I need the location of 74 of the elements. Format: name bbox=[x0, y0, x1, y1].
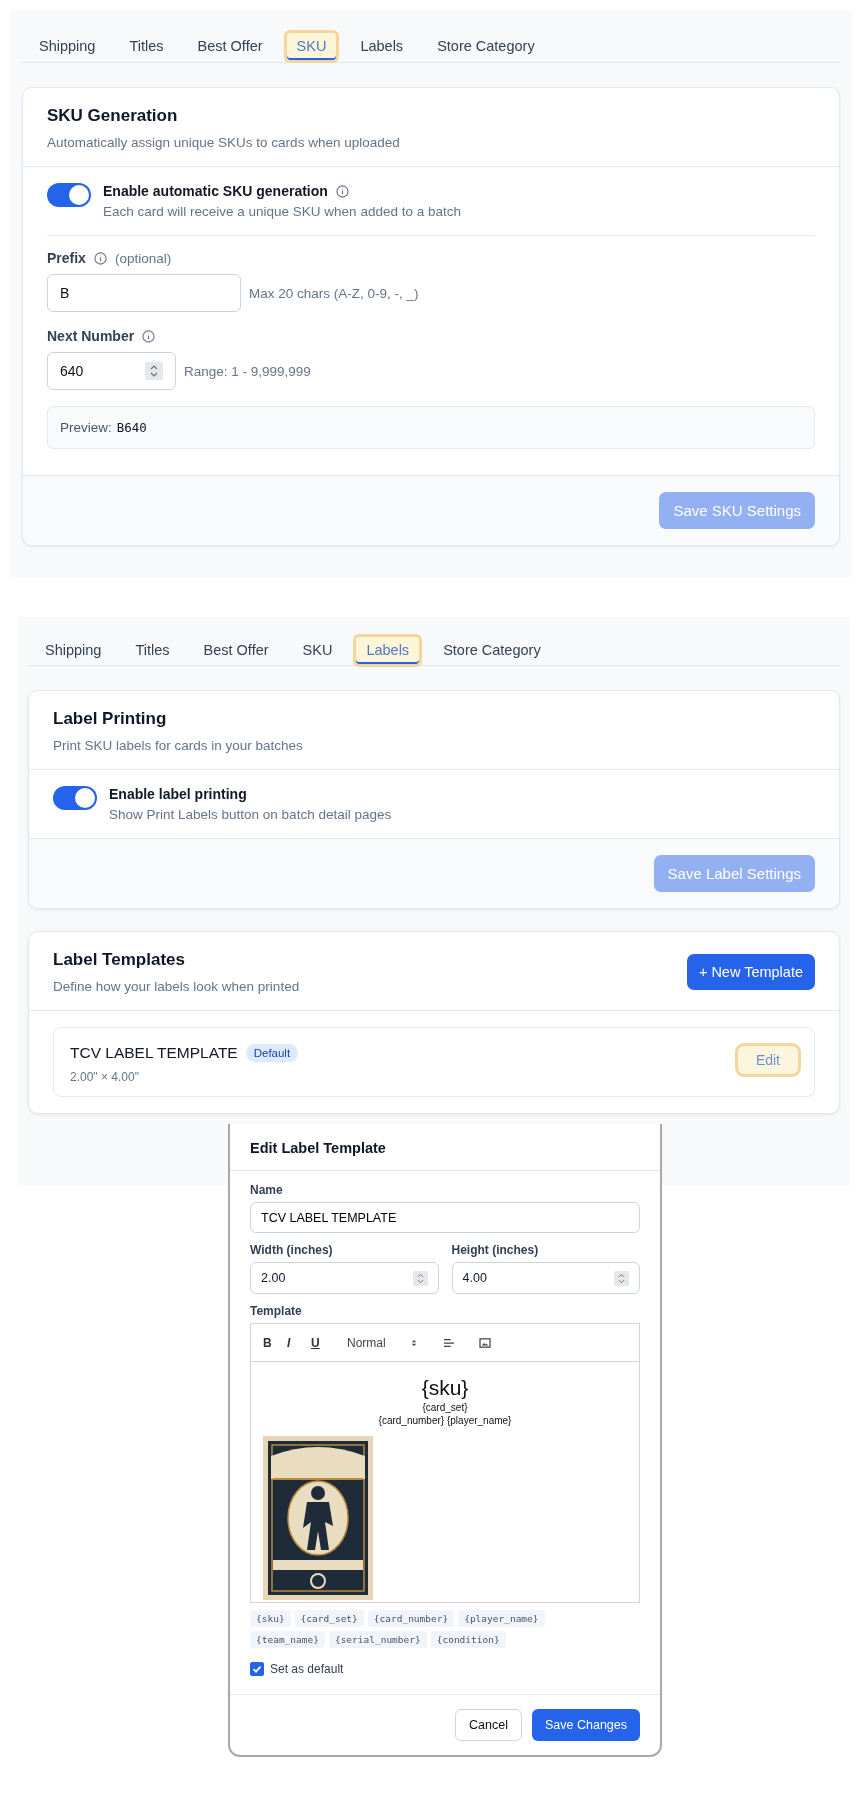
info-icon[interactable] bbox=[335, 184, 349, 198]
optional-note: (optional) bbox=[114, 250, 172, 266]
field-label: Height (inches) bbox=[451, 1243, 540, 1257]
spinner-icon[interactable] bbox=[412, 1270, 428, 1286]
field-label: Template bbox=[250, 1304, 303, 1318]
checkbox[interactable] bbox=[250, 1662, 264, 1676]
save-changes-button[interactable]: Save Changes bbox=[532, 1709, 640, 1741]
toggle-description: Show Print Labels button on batch detail pages bbox=[109, 807, 392, 822]
tab[interactable]: Titles bbox=[122, 633, 183, 667]
name-field[interactable]: TCV LABEL TEMPLATE bbox=[250, 1202, 640, 1233]
template-line: {card_number} {player_name} bbox=[377, 1415, 513, 1426]
variable-chip[interactable]: {serial_number} bbox=[328, 1631, 427, 1648]
default-badge: Default bbox=[245, 1044, 299, 1062]
card-subtitle: Define how your labels look when printed bbox=[53, 979, 300, 994]
prefix-field[interactable]: B bbox=[47, 274, 241, 312]
align-icon[interactable] bbox=[443, 1337, 455, 1348]
card-subtitle: Print SKU labels for cards in your batches bbox=[53, 738, 304, 753]
card-title: Label Templates bbox=[53, 950, 186, 970]
tab[interactable]: Best Offer bbox=[184, 29, 276, 63]
format-button[interactable]: I bbox=[287, 1335, 311, 1350]
format-button[interactable]: B bbox=[263, 1335, 287, 1350]
tab[interactable]: Store Category bbox=[424, 29, 548, 63]
template-size: 2.00" × 4.00" bbox=[70, 1070, 140, 1084]
tab[interactable]: Best Offer bbox=[190, 633, 282, 667]
spinner-icon[interactable] bbox=[145, 362, 163, 380]
tab[interactable]: Labels bbox=[347, 29, 417, 63]
sort-caret-icon bbox=[411, 1337, 417, 1348]
tab[interactable]: Labels bbox=[353, 633, 423, 667]
tab[interactable]: Titles bbox=[116, 29, 177, 63]
field-label: Next Number bbox=[47, 328, 135, 344]
sku-placeholder: {sku} bbox=[420, 1376, 470, 1400]
variable-chip[interactable]: {player_name} bbox=[458, 1610, 545, 1627]
tab[interactable]: SKU bbox=[283, 29, 340, 63]
dialog-title: Edit Label Template bbox=[230, 1124, 660, 1171]
width-field[interactable]: 2.00 bbox=[250, 1262, 439, 1294]
check-icon bbox=[251, 1663, 263, 1675]
variable-chip[interactable]: {team_name} bbox=[250, 1631, 325, 1648]
tab[interactable]: SKU bbox=[289, 633, 346, 667]
template-line: {card_set} bbox=[421, 1402, 469, 1413]
tab[interactable]: Shipping bbox=[26, 29, 109, 63]
preview-label: Preview: bbox=[60, 420, 112, 435]
toggle-switch[interactable] bbox=[47, 183, 91, 207]
number-field[interactable]: 640 bbox=[47, 352, 176, 390]
tab[interactable]: Store Category bbox=[430, 633, 554, 667]
format-button[interactable]: U bbox=[311, 1335, 335, 1350]
template-name: TCV LABEL TEMPLATE bbox=[70, 1044, 238, 1062]
field-label: Width (inches) bbox=[250, 1243, 334, 1257]
tab[interactable]: Shipping bbox=[32, 633, 115, 667]
info-icon[interactable] bbox=[142, 329, 156, 343]
checkbox-label: Set as default bbox=[270, 1662, 344, 1676]
image-icon[interactable] bbox=[479, 1337, 491, 1348]
field-label: Name bbox=[250, 1183, 284, 1197]
variable-chip[interactable]: {card_set} bbox=[294, 1610, 364, 1627]
height-field[interactable]: 4.00 bbox=[451, 1262, 640, 1294]
field-label: Prefix bbox=[47, 250, 86, 266]
toggle-switch[interactable] bbox=[53, 786, 97, 810]
info-icon[interactable] bbox=[93, 251, 107, 265]
variable-chip[interactable]: {condition} bbox=[430, 1631, 506, 1648]
spinner-icon[interactable] bbox=[614, 1270, 629, 1286]
toggle-label: Enable automatic SKU generation bbox=[103, 183, 328, 199]
cancel-button[interactable]: Cancel bbox=[455, 1709, 522, 1741]
toggle-description: Each card will receive a unique SKU when added to a batch bbox=[103, 204, 461, 219]
card-title: SKU Generation bbox=[47, 106, 179, 126]
variable-chip[interactable]: {card_number} bbox=[367, 1610, 455, 1627]
preview-value: B640 bbox=[116, 420, 147, 435]
variable-chip[interactable]: {sku} bbox=[250, 1610, 291, 1627]
editor-area[interactable]: {sku} {card_set} {card_number} {player_name} bbox=[251, 1362, 639, 1602]
card-subtitle: Automatically assign unique SKUs to cards when uploaded bbox=[47, 135, 401, 150]
card-title: Label Printing bbox=[53, 709, 168, 729]
field-hint: Range: 1 - 9,999,999 bbox=[184, 363, 311, 379]
new-template-button[interactable]: + New Template bbox=[686, 954, 815, 990]
format-dropdown[interactable]: Normal bbox=[347, 1335, 411, 1350]
toggle-label: Enable label printing bbox=[109, 786, 248, 802]
field-hint: Max 20 chars (A-Z, 0-9, -, _) bbox=[249, 285, 419, 301]
